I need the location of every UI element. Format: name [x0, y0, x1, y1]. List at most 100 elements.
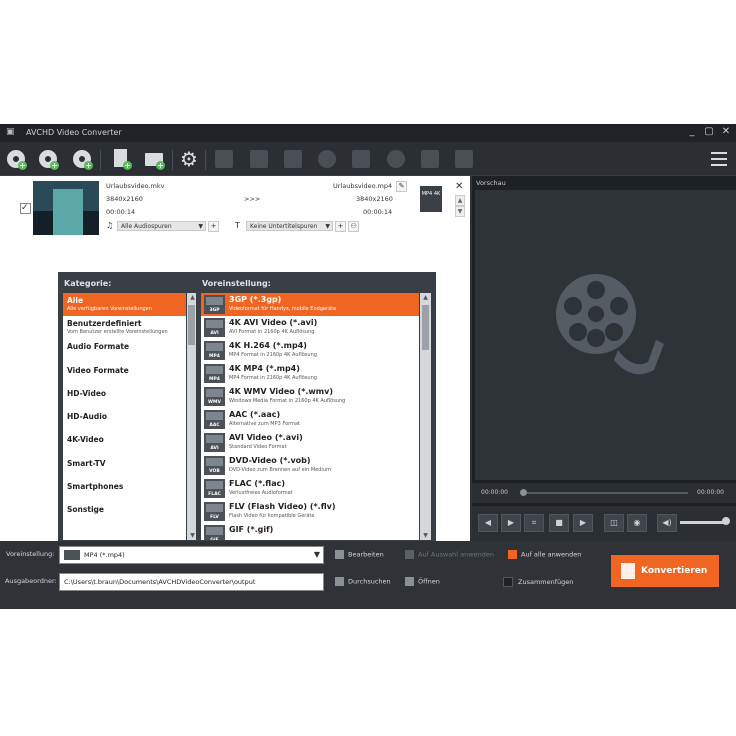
file-checkbox[interactable]: ✓ — [20, 203, 31, 214]
stop-icon[interactable]: ■ — [549, 514, 569, 532]
subtitle-track-value: Keine Untertitelspuren — [250, 223, 318, 230]
format-3gp-icon: 3GP — [204, 295, 225, 314]
category-item[interactable]: Sonstige — [63, 502, 186, 525]
output-folder-input[interactable]: C:\Users\t.braun\Documents\AVCHDVideoCon… — [59, 573, 324, 591]
move-up-icon[interactable]: ▲ — [455, 195, 465, 206]
category-item[interactable]: Benutzerdefiniert Vom Benutzer erstellte … — [63, 316, 186, 339]
browse-label: Durchsuchen — [348, 577, 391, 586]
next-icon[interactable]: ▶ — [573, 514, 593, 532]
effects-icon[interactable] — [352, 150, 370, 168]
edit-button[interactable]: Bearbeiten — [335, 550, 384, 559]
settings-gear-icon[interactable]: ⚙ — [178, 148, 200, 170]
preset-field-label: Voreinstellung: — [6, 550, 55, 558]
apply-all-icon — [508, 550, 517, 559]
volume-icon[interactable]: ◀) — [657, 514, 677, 532]
edit-label: Bearbeiten — [348, 550, 384, 559]
category-item[interactable]: Alle Alle verfügbaren Voreinstellungen — [63, 293, 186, 316]
apply-all-button[interactable]: Auf alle anwenden — [508, 550, 581, 559]
category-item[interactable]: HD-Video — [63, 386, 186, 409]
volume-slider[interactable] — [680, 521, 724, 524]
merge-label: Zusammenfügen — [518, 578, 574, 586]
preset-select[interactable]: MP4 (*.mp4) ▼ — [59, 546, 324, 564]
audio-track-value: Alle Audiospuren — [121, 223, 172, 230]
snapshot-folder-icon[interactable]: ◫ — [604, 514, 624, 532]
preset-item[interactable]: FLV FLV (Flash Video) (*.flv) Flash Video … — [201, 500, 419, 523]
film-icon[interactable] — [284, 150, 302, 168]
category-item[interactable]: Audio Formate — [63, 339, 186, 362]
apply-selected-button[interactable]: Auf Auswahl anwenden — [405, 550, 494, 559]
category-name: Alle — [67, 296, 84, 305]
3d-icon[interactable] — [455, 150, 473, 168]
audio-track-select[interactable]: Alle Audiospuren ▼ — [117, 221, 206, 231]
category-item[interactable]: HD-Audio — [63, 409, 186, 432]
preset-item[interactable]: AAC AAC (*.aac) Alternative zum MP3 Format — [201, 408, 419, 431]
category-scrollbar[interactable]: ▲ ▼ — [187, 293, 196, 540]
edit-icon[interactable] — [250, 150, 268, 168]
preset-scrollbar[interactable]: ▲ ▼ — [420, 293, 431, 540]
target-duration: 00:00:14 — [363, 208, 393, 216]
category-name: Video Formate — [67, 366, 129, 375]
checkbox-box — [503, 577, 513, 587]
add-audio-button[interactable]: + — [208, 221, 219, 232]
previous-icon[interactable]: ◀ — [478, 514, 498, 532]
add-folder-button[interactable]: + — [143, 148, 165, 170]
warning-icon[interactable] — [421, 150, 439, 168]
volume-handle[interactable] — [722, 517, 730, 525]
crop-icon[interactable]: ⌗ — [524, 514, 544, 532]
preset-item[interactable]: MP4 4K MP4 (*.mp4) MP4 Format in 2160p 4K … — [201, 362, 419, 385]
menu-icon[interactable] — [711, 152, 727, 170]
add-dvd-button[interactable]: + — [71, 148, 93, 170]
format-flac-icon: FLAC — [204, 479, 225, 498]
save-icon[interactable] — [215, 150, 233, 168]
move-down-icon[interactable]: ▼ — [455, 206, 465, 217]
add-disc-button[interactable]: + — [5, 148, 27, 170]
toolbar: + + + + + ⚙ — [0, 142, 736, 176]
play-icon[interactable]: ▶ — [501, 514, 521, 532]
preset-item[interactable]: MP4 4K H.264 (*.mp4) MP4 Format in 2160p 4… — [201, 339, 419, 362]
category-name: Benutzerdefiniert — [67, 319, 142, 328]
merge-checkbox[interactable]: Zusammenfügen — [503, 577, 573, 587]
rotate-icon[interactable] — [318, 150, 336, 168]
category-item[interactable]: Video Formate — [63, 363, 186, 386]
preset-item[interactable]: 3GP 3GP (*.3gp) Videoformat für Handys, mo… — [201, 293, 419, 316]
add-bluray-button[interactable]: + — [37, 148, 59, 170]
preset-label: Voreinstellung: — [202, 279, 271, 288]
convert-button[interactable]: Konvertieren — [611, 555, 719, 587]
preset-desc: Alternative zum MP3 Format — [229, 421, 300, 427]
maximize-button[interactable]: ▢ — [703, 126, 715, 137]
open-folder-button[interactable]: Öffnen — [405, 577, 440, 586]
search-icon — [335, 577, 344, 586]
preview-label: Vorschau — [476, 179, 506, 187]
bottom-panel: Voreinstellung: MP4 (*.mp4) ▼ Bearbeiten … — [0, 541, 736, 609]
subtitle-user-icon[interactable]: ⚇ — [348, 221, 359, 232]
preset-item[interactable]: AVI AVI Video (*.avi) Standard Video Forma… — [201, 431, 419, 454]
category-item[interactable]: 4K-Video — [63, 432, 186, 455]
add-subtitle-button[interactable]: + — [335, 221, 346, 232]
rename-pencil-icon[interactable]: ✎ — [396, 181, 407, 192]
preset-item[interactable]: VOB DVD-Video (*.vob) DVD-Video zum Brenne… — [201, 454, 419, 477]
browse-button[interactable]: Durchsuchen — [335, 577, 391, 586]
add-file-button[interactable]: + — [110, 148, 132, 170]
preset-item[interactable]: AVI 4K AVI Video (*.avi) AVI Format in 216… — [201, 316, 419, 339]
preset-desc: MP4 Format in 2160p 4K Auflösung — [229, 375, 317, 381]
category-item[interactable]: Smartphones — [63, 479, 186, 502]
category-label: Kategorie: — [64, 279, 112, 288]
preset-name: AVI Video (*.avi) — [229, 433, 303, 442]
output-format-badge[interactable]: MP4 4K — [420, 186, 442, 212]
category-item[interactable]: Smart-TV — [63, 456, 186, 479]
source-filename: Urlaubsvideo.mkv — [106, 182, 165, 190]
preset-item[interactable]: GIF GIF (*.gif) — [201, 523, 419, 540]
seek-track[interactable] — [524, 492, 688, 494]
minimize-button[interactable]: _ — [686, 126, 698, 137]
preset-item[interactable]: FLAC FLAC (*.flac) Verlustfreies Audioform… — [201, 477, 419, 500]
remove-file-icon[interactable]: ✕ — [455, 181, 463, 192]
subtitle-track-select[interactable]: Keine Untertitelspuren ▼ — [246, 221, 333, 231]
category-name: Smart-TV — [67, 459, 106, 468]
snapshot-icon[interactable]: ◉ — [627, 514, 647, 532]
watermark-icon[interactable] — [387, 150, 405, 168]
seek-handle[interactable] — [520, 489, 527, 496]
category-list: Alle Alle verfügbaren Voreinstellungen Be… — [63, 293, 186, 540]
convert-arrow: >>> — [244, 195, 261, 203]
preset-item[interactable]: WMV 4K WMV Video (*.wmv) Windows Media For… — [201, 385, 419, 408]
close-window-button[interactable]: ✕ — [720, 126, 732, 137]
